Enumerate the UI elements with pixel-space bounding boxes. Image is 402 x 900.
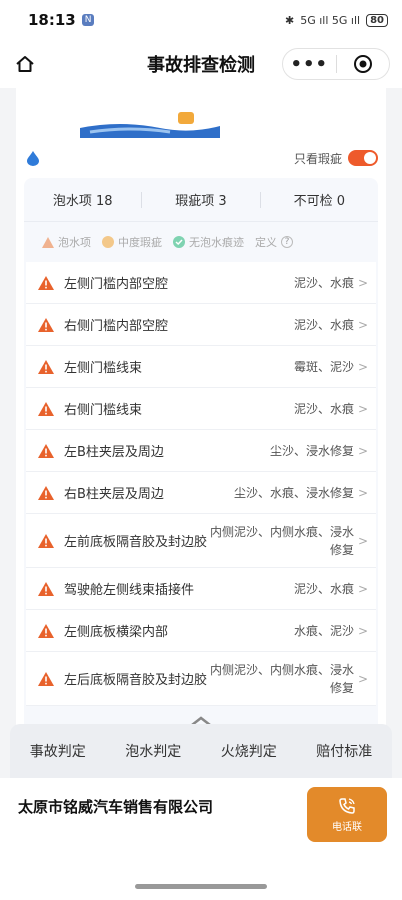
water-drop-icon (27, 151, 39, 166)
legend-moderate: 中度瑕疵 (118, 236, 162, 249)
chevron-right-icon: > (358, 275, 369, 290)
company-name: 太原市铭威汽车销售有限公司 (18, 798, 214, 816)
legend-flood: 泡水项 (58, 236, 91, 249)
defect-row[interactable]: 左侧门槛内部空腔 泥沙、水痕 > (26, 262, 376, 304)
defect-value: 泥沙、水痕 (293, 401, 354, 416)
tab-flood[interactable]: 泡水判定 (125, 741, 181, 761)
summary-flood[interactable]: 泡水项 18 (24, 190, 141, 209)
result-panel: 泡水项 18 瑕疵项 3 不可检 0 泡水项 中度瑕疵 无泡水痕迹 定义 ? 左… (24, 178, 378, 778)
chevron-right-icon: > (358, 443, 369, 458)
defect-name: 驾驶舱左侧线束插接件 (64, 583, 195, 598)
legend-no-flood: 无泡水痕迹 (189, 236, 244, 249)
chevron-right-icon: > (358, 581, 369, 596)
tab-accident[interactable]: 事故判定 (30, 741, 86, 761)
defect-value: 尘沙、浸水修复 (269, 443, 354, 458)
chevron-right-icon: > (358, 671, 369, 686)
defect-name: 左后底板隔音胶及封边胶 (64, 673, 208, 688)
warning-icon (38, 275, 54, 290)
definition-link[interactable]: 定义 ? (255, 234, 293, 250)
defect-name: 右B柱夹层及周边 (64, 487, 164, 502)
defect-value: 水痕、泥沙 (293, 623, 354, 638)
defect-value: 内侧泥沙、内侧水痕、浸水修复 (209, 524, 354, 557)
call-button[interactable]: 电话联 (307, 787, 387, 842)
defect-value: 内侧泥沙、内侧水痕、浸水修复 (209, 662, 354, 695)
car-image-strip (16, 88, 386, 138)
question-icon: ? (281, 236, 293, 248)
footer: 太原市铭威汽车销售有限公司 电话联 (0, 778, 402, 900)
warning-icon (38, 623, 54, 638)
chevron-right-icon: > (358, 623, 369, 638)
defect-list: 左侧门槛内部空腔 泥沙、水痕 > 右侧门槛内部空腔 泥沙、水痕 > 左侧门槛线束 霉斑、泥沙 >… (26, 262, 376, 706)
defect-name: 左B柱夹层及周边 (64, 445, 164, 460)
chevron-right-icon: > (358, 401, 369, 416)
status-bar: 18:13 N ✱ 5G ıll 5G ıll 80 (0, 0, 402, 40)
chevron-right-icon: > (358, 359, 369, 374)
defect-row[interactable]: 右B柱夹层及周边 尘沙、水痕、浸水修复 > (26, 472, 376, 514)
defect-name: 左侧底板横梁内部 (64, 625, 169, 640)
tab-compensation[interactable]: 赔付标准 (316, 741, 372, 761)
only-defects-switch[interactable] (348, 150, 378, 166)
warning-icon (38, 533, 54, 548)
tab-fire[interactable]: 火烧判定 (221, 741, 277, 761)
summary-uncheckable[interactable]: 不可检 0 (261, 190, 378, 209)
legend: 泡水项 中度瑕疵 无泡水痕迹 定义 ? (24, 222, 378, 262)
home-icon[interactable] (14, 53, 36, 75)
mini-program-capsule: ••• (282, 48, 390, 80)
defect-row[interactable]: 左侧门槛线束 霉斑、泥沙 > (26, 346, 376, 388)
defect-row[interactable]: 右侧门槛线束 泥沙、水痕 > (26, 388, 376, 430)
defect-value: 泥沙、水痕 (293, 275, 354, 290)
defect-row[interactable]: 左B柱夹层及周边 尘沙、浸水修复 > (26, 430, 376, 472)
chevron-right-icon: > (358, 317, 369, 332)
defect-name: 左前底板隔音胶及封边胶 (64, 535, 208, 550)
page-content: 只看瑕疵 泡水项 18 瑕疵项 3 不可检 0 泡水项 中度瑕疵 无泡水痕迹 定… (0, 88, 402, 778)
defect-row[interactable]: 右侧门槛内部空腔 泥沙、水痕 > (26, 304, 376, 346)
wifi-icon: ✱ (284, 13, 295, 27)
defect-name: 右侧门槛线束 (64, 403, 143, 418)
defect-row[interactable]: 驾驶舱左侧线束插接件 泥沙、水痕 > (26, 568, 376, 610)
defect-value: 霉斑、泥沙 (293, 359, 354, 374)
battery-icon: 80 (366, 13, 388, 27)
defect-value: 泥沙、水痕 (293, 581, 354, 596)
defect-value: 泥沙、水痕 (293, 317, 354, 332)
more-menu-button[interactable]: ••• (283, 54, 336, 75)
signal-icon: 5G ıll 5G ıll (300, 13, 361, 27)
target-icon (353, 55, 372, 73)
defect-row[interactable]: 左后底板隔音胶及封边胶 内侧泥沙、内侧水痕、浸水修复 > (26, 652, 376, 706)
warning-icon (38, 401, 54, 416)
close-target-button[interactable] (336, 54, 389, 74)
warning-icon (38, 317, 54, 332)
nav-bar: 事故排查检测 ••• (0, 40, 402, 88)
warning-icon (42, 236, 54, 248)
defect-value: 尘沙、水痕、浸水修复 (233, 485, 354, 500)
status-time: 18:13 (28, 11, 76, 29)
warning-icon (38, 359, 54, 374)
notification-badge: N (81, 14, 95, 26)
defect-row[interactable]: 左前底板隔音胶及封边胶 内侧泥沙、内侧水痕、浸水修复 > (26, 514, 376, 568)
warning-icon (38, 443, 54, 458)
warning-icon (38, 671, 54, 686)
defect-name: 左侧门槛内部空腔 (64, 277, 169, 292)
defect-row[interactable]: 左侧底板横梁内部 水痕、泥沙 > (26, 610, 376, 652)
summary-defects[interactable]: 瑕疵项 3 (142, 190, 259, 209)
defect-name: 左侧门槛线束 (64, 361, 143, 376)
inspection-card: 只看瑕疵 泡水项 18 瑕疵项 3 不可检 0 泡水项 中度瑕疵 无泡水痕迹 定… (16, 138, 386, 778)
defect-name: 右侧门槛内部空腔 (64, 319, 169, 334)
chevron-right-icon: > (358, 533, 369, 548)
warning-icon (38, 581, 54, 596)
caution-icon (102, 236, 114, 248)
car-diagram-image (80, 112, 220, 138)
summary-bar: 泡水项 18 瑕疵项 3 不可检 0 (24, 178, 378, 222)
phone-icon (339, 797, 355, 814)
bottom-tab-bar: 事故判定 泡水判定 火烧判定 赔付标准 (10, 724, 392, 778)
warning-icon (38, 485, 54, 500)
check-icon (173, 236, 185, 248)
only-defects-label: 只看瑕疵 (293, 151, 342, 166)
home-indicator (135, 884, 267, 889)
call-label: 电话联 (332, 821, 362, 833)
chevron-right-icon: > (358, 485, 369, 500)
